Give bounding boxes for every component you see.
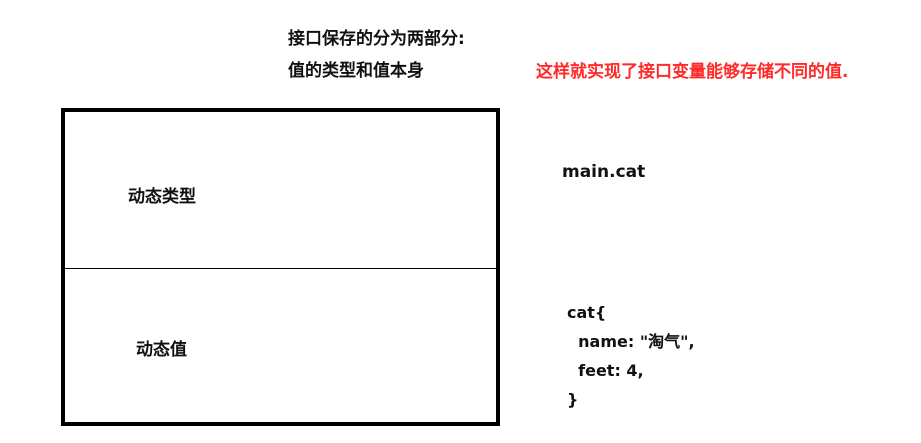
interface-box bbox=[61, 108, 500, 426]
note-text: 这样就实现了接口变量能够存储不同的值. bbox=[536, 62, 849, 82]
code-line: } bbox=[567, 390, 579, 409]
heading-line-1: 接口保存的分为两部分: bbox=[288, 29, 465, 49]
code-line: name: "淘气", bbox=[567, 332, 695, 351]
dynamic-type-text: main.cat bbox=[562, 162, 646, 182]
dynamic-type-label: 动态类型 bbox=[128, 187, 196, 207]
code-line: feet: 4, bbox=[567, 361, 644, 380]
code-line: cat{ bbox=[567, 303, 607, 322]
dynamic-value-label: 动态值 bbox=[136, 340, 187, 360]
heading-line-2: 值的类型和值本身 bbox=[288, 61, 424, 81]
box-divider bbox=[61, 268, 496, 269]
dynamic-value-code: cat{ name: "淘气", feet: 4, } bbox=[567, 302, 695, 418]
